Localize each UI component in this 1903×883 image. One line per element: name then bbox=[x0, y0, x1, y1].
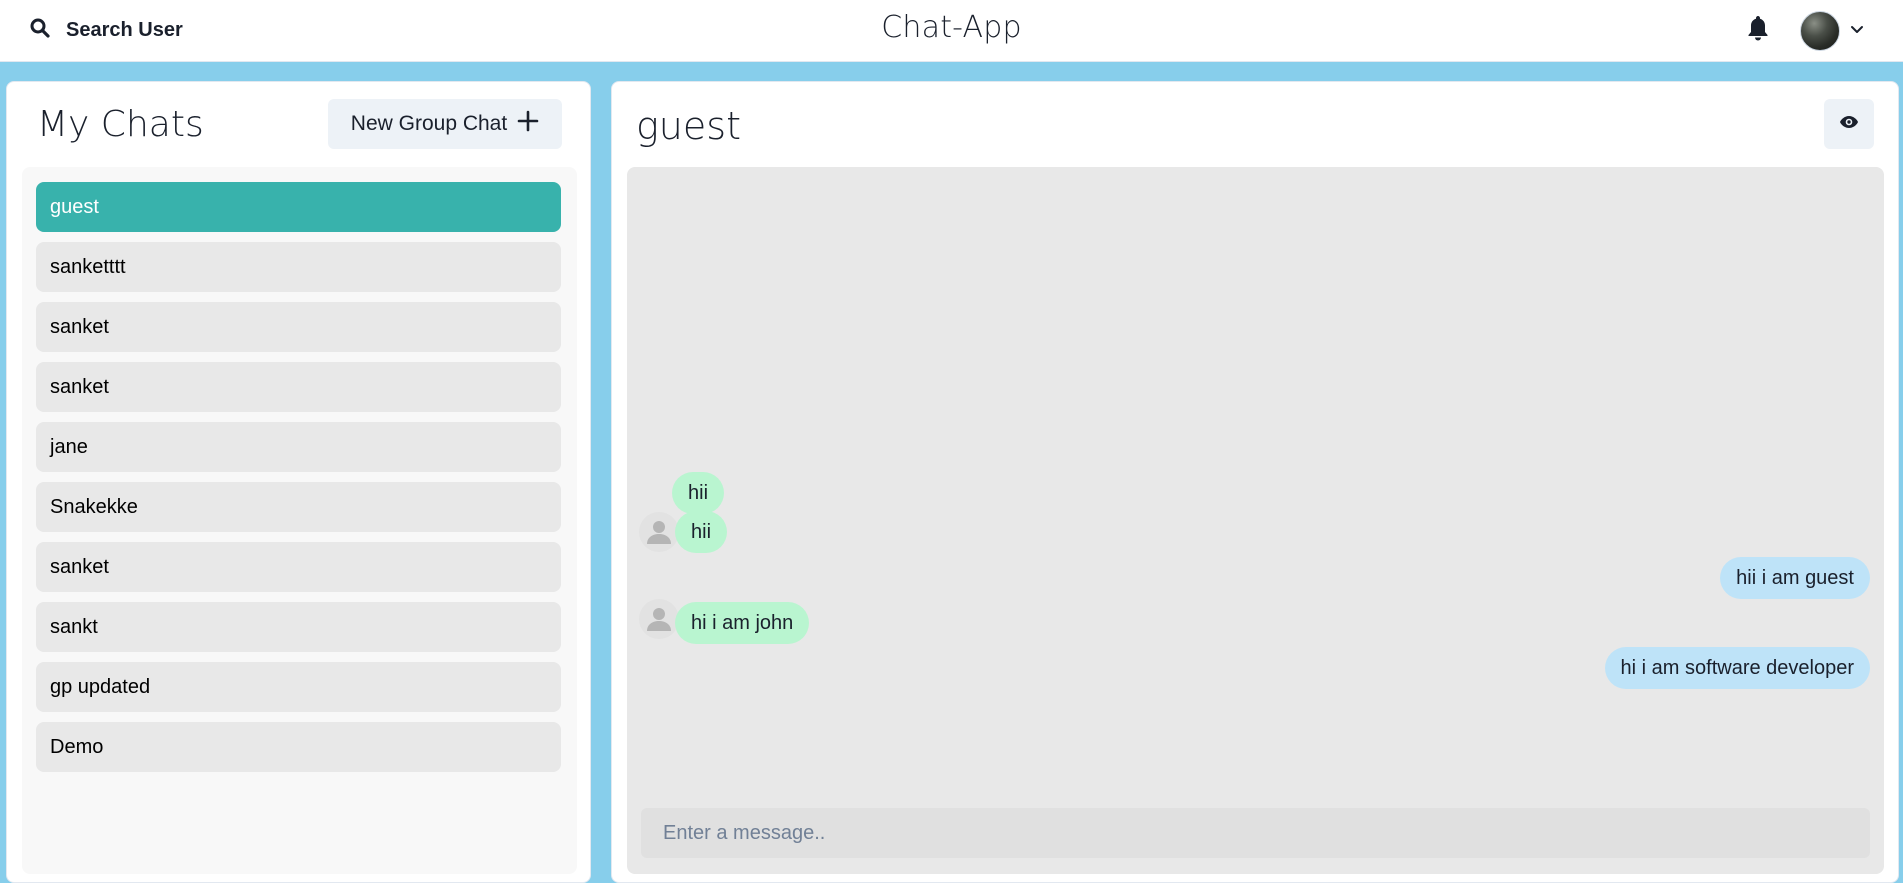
sender-avatar[interactable] bbox=[639, 512, 679, 552]
chat-name: sankt bbox=[50, 615, 98, 638]
incoming-message: hii bbox=[672, 472, 725, 514]
search-icon bbox=[30, 18, 50, 43]
chat-list-item[interactable]: sanket bbox=[36, 302, 561, 352]
profile-menu-button[interactable] bbox=[1800, 8, 1864, 54]
chat-name: guest bbox=[50, 195, 99, 218]
chat-list-item[interactable]: Snakekke bbox=[36, 482, 561, 532]
chat-list-item[interactable]: Demo bbox=[36, 722, 561, 772]
chat-list-item[interactable]: sanket bbox=[36, 362, 561, 412]
chat-list-item[interactable]: sankt bbox=[36, 602, 561, 652]
eye-icon bbox=[1839, 115, 1859, 134]
chat-title: guest bbox=[636, 104, 741, 148]
chat-name: sanket bbox=[50, 315, 109, 338]
chat-list-container: guest sanketttt sanket sanket jane Snakekke sa… bbox=[22, 167, 577, 874]
sender-avatar[interactable] bbox=[639, 599, 679, 639]
search-user-label: Search User bbox=[66, 18, 183, 41]
chat-list-item[interactable]: guest bbox=[36, 182, 561, 232]
message-text: hi i am john bbox=[691, 611, 794, 634]
my-chats-panel: My Chats New Group Chat guest sanketttt sa… bbox=[6, 81, 591, 883]
my-chats-title: My Chats bbox=[37, 104, 204, 145]
chat-name: gp updated bbox=[50, 675, 151, 698]
chat-list-item[interactable]: sanket bbox=[36, 542, 561, 592]
message-text: hii bbox=[691, 520, 712, 543]
incoming-message: hi i am john bbox=[675, 602, 810, 644]
chat-list-item[interactable]: jane bbox=[36, 422, 561, 472]
plus-icon bbox=[517, 110, 539, 138]
new-group-chat-label: New Group Chat bbox=[350, 112, 508, 135]
chat-name: Snakekke bbox=[50, 495, 138, 518]
message-text: hii i am guest bbox=[1736, 566, 1854, 589]
message-text: hii bbox=[688, 481, 709, 504]
top-bar: Search User Chat-App bbox=[0, 0, 1903, 62]
chat-name: Demo bbox=[50, 735, 104, 758]
chat-name: sanket bbox=[50, 555, 109, 578]
notification-button[interactable] bbox=[1743, 14, 1773, 46]
avatar bbox=[1800, 11, 1840, 51]
chat-name: jane bbox=[50, 435, 88, 458]
bell-icon bbox=[1746, 14, 1770, 47]
outgoing-message: hii i am guest bbox=[1720, 557, 1870, 599]
message-input[interactable] bbox=[641, 808, 1870, 858]
chat-list-item[interactable]: gp updated bbox=[36, 662, 561, 712]
chevron-down-icon bbox=[1850, 22, 1864, 40]
outgoing-message: hi i am software developer bbox=[1604, 647, 1870, 689]
user-icon bbox=[647, 608, 671, 631]
app-title: Chat-App bbox=[881, 10, 1022, 45]
chat-name: sanket bbox=[50, 375, 109, 398]
messages-area[interactable]: hii hii hii i am guest hi i am john hi i am … bbox=[627, 167, 1884, 874]
chat-list: guest sanketttt sanket sanket jane Snakekke sa… bbox=[36, 182, 561, 782]
chat-list-item[interactable]: sanketttt bbox=[36, 242, 561, 292]
incoming-message: hii bbox=[675, 511, 728, 553]
chat-panel: guest hii hii hii i am guest hi i am john hi… bbox=[611, 81, 1899, 883]
chat-name: sanketttt bbox=[50, 255, 126, 278]
search-user-button[interactable]: Search User bbox=[20, 8, 193, 52]
view-profile-button[interactable] bbox=[1824, 99, 1874, 149]
user-icon bbox=[647, 521, 671, 544]
new-group-chat-button[interactable]: New Group Chat bbox=[328, 99, 562, 149]
message-text: hi i am software developer bbox=[1620, 656, 1854, 679]
